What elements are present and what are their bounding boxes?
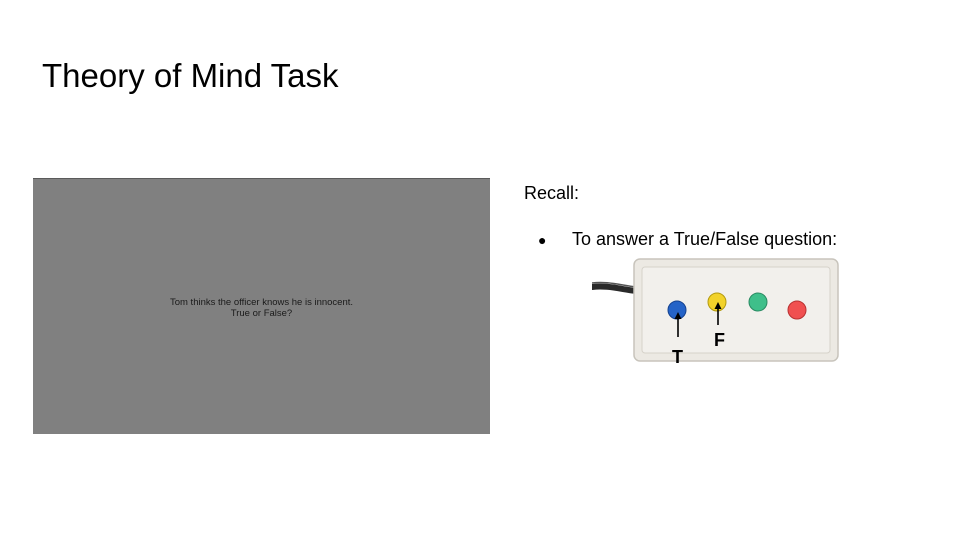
bullet-text: To answer a True/False question: bbox=[572, 229, 838, 249]
task-screen-question: Tom thinks the officer knows he is innoc… bbox=[33, 297, 490, 319]
false-label: F bbox=[714, 330, 725, 350]
red-button bbox=[787, 300, 807, 320]
green-button bbox=[748, 292, 768, 312]
task-screen-prompt-line: True or False? bbox=[230, 308, 293, 319]
bullet-dot-icon: ● bbox=[538, 232, 547, 248]
cable-icon bbox=[589, 283, 639, 294]
response-box-illustration bbox=[589, 258, 839, 362]
bullet-item: ● To answer a True/False question: bbox=[538, 228, 837, 251]
response-box-image: T F bbox=[589, 255, 842, 367]
task-screen-question-line: Tom thinks the officer knows he is innoc… bbox=[169, 297, 354, 308]
slide-title: Theory of Mind Task bbox=[42, 57, 339, 94]
task-screen-image: Tom thinks the officer knows he is innoc… bbox=[33, 178, 490, 434]
true-label: T bbox=[672, 347, 683, 367]
recall-heading: Recall: bbox=[524, 183, 580, 203]
